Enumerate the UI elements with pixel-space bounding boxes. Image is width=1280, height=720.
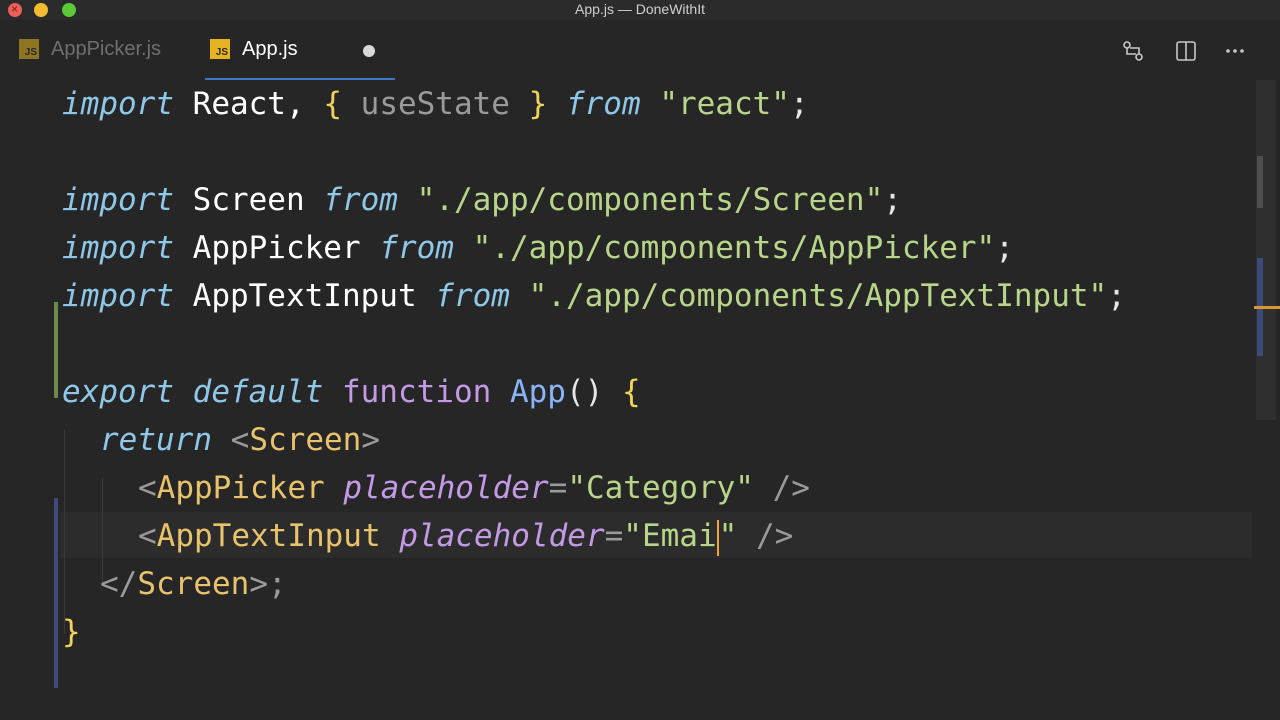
indent-guide	[64, 430, 65, 634]
tab-bar: JS AppPicker.js JS App.js	[0, 20, 1280, 80]
minimize-window-button[interactable]	[34, 3, 48, 17]
code-line-4: import AppPicker from "./app/components/…	[62, 230, 1014, 266]
git-change-marker	[54, 302, 58, 398]
code-line-7: export default function App() {	[62, 374, 641, 410]
scrollbar-cursor-marker	[1254, 306, 1280, 309]
git-change-marker	[54, 498, 58, 688]
maximize-window-button[interactable]	[62, 3, 76, 17]
code-line-5: import AppTextInput from "./app/componen…	[62, 278, 1126, 314]
editor-scrollbar[interactable]	[1254, 80, 1280, 720]
tab-apppicker[interactable]: JS AppPicker.js	[14, 20, 194, 78]
scrollbar-thumb[interactable]	[1257, 156, 1263, 208]
unsaved-dot-icon[interactable]	[363, 45, 375, 57]
window-title: App.js — DoneWithIt	[575, 1, 705, 17]
js-file-icon: JS	[19, 39, 39, 59]
code-line-3: import Screen from "./app/components/Scr…	[62, 182, 902, 218]
title-bar: App.js — DoneWithIt	[0, 0, 1280, 20]
code-line-11: </Screen>;	[100, 566, 287, 602]
code-editor[interactable]: import React, { useState } from "react";…	[0, 80, 1252, 720]
scrollbar-track[interactable]	[1256, 80, 1276, 420]
tab-app[interactable]: JS App.js	[205, 20, 395, 80]
tab-label: App.js	[242, 37, 298, 60]
close-window-button[interactable]	[8, 0, 22, 18]
code-line-10: <AppTextInput placeholder="Emai" />	[138, 518, 794, 556]
js-file-icon: JS	[210, 39, 230, 59]
tab-label: AppPicker.js	[51, 37, 162, 60]
code-line-12: }	[62, 614, 81, 650]
split-editor-icon[interactable]	[1175, 40, 1197, 66]
code-line-8: return <Screen>	[100, 422, 380, 458]
code-line-1: import React, { useState } from "react";	[62, 86, 809, 122]
code-line-9: <AppPicker placeholder="Category" />	[138, 470, 810, 506]
compare-changes-icon[interactable]	[1122, 40, 1144, 66]
more-actions-icon[interactable]	[1224, 40, 1246, 66]
